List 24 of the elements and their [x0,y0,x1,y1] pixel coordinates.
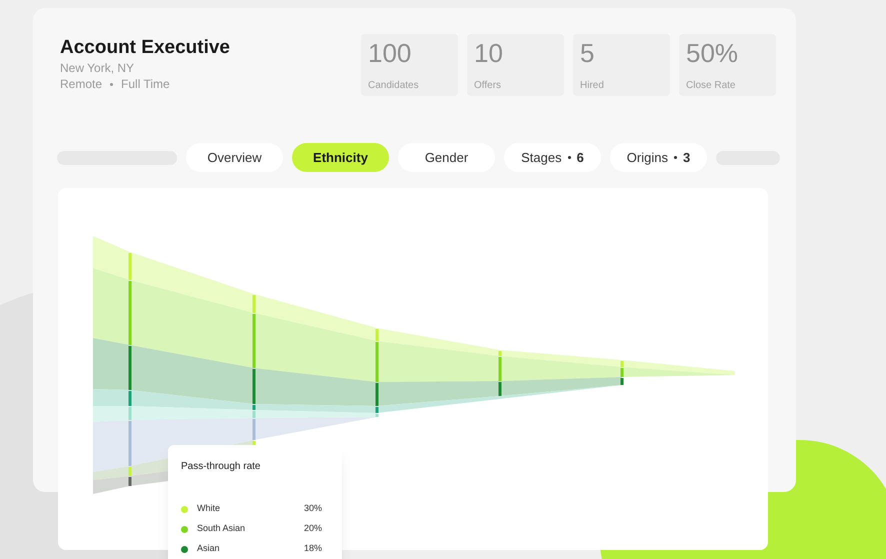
tab[interactable]: Stages 6 [504,143,601,172]
stat-value: 5 [580,37,596,70]
employment-type: Full Time [121,76,170,92]
tab[interactable]: Overview [186,143,283,172]
stat-value: 10 [474,37,504,70]
legend-value: 30% [304,502,323,516]
tab[interactable]: Origins 3 [610,143,707,172]
legend-label: South Asian [197,522,246,536]
legend-label: Asian [197,542,221,556]
stat-label: Offers [474,79,502,93]
stat-label: Hired [580,79,605,93]
tab[interactable]: Ethnicity [292,143,389,172]
tooltip-title: Pass-through rate [181,460,262,474]
legend-value: 18% [304,542,323,556]
legend-label: White [197,502,222,516]
stat-label: Candidates [368,79,420,93]
tab[interactable]: Gender [398,143,495,172]
stat-value: 100 [368,37,412,70]
stat-value: 50% [686,37,740,70]
stat-label: Close Rate [686,79,736,93]
job-title: Account Executive [60,36,230,60]
work-mode: Remote [60,76,102,92]
job-location: New York, NY [60,60,136,76]
legend-value: 20% [304,522,323,536]
